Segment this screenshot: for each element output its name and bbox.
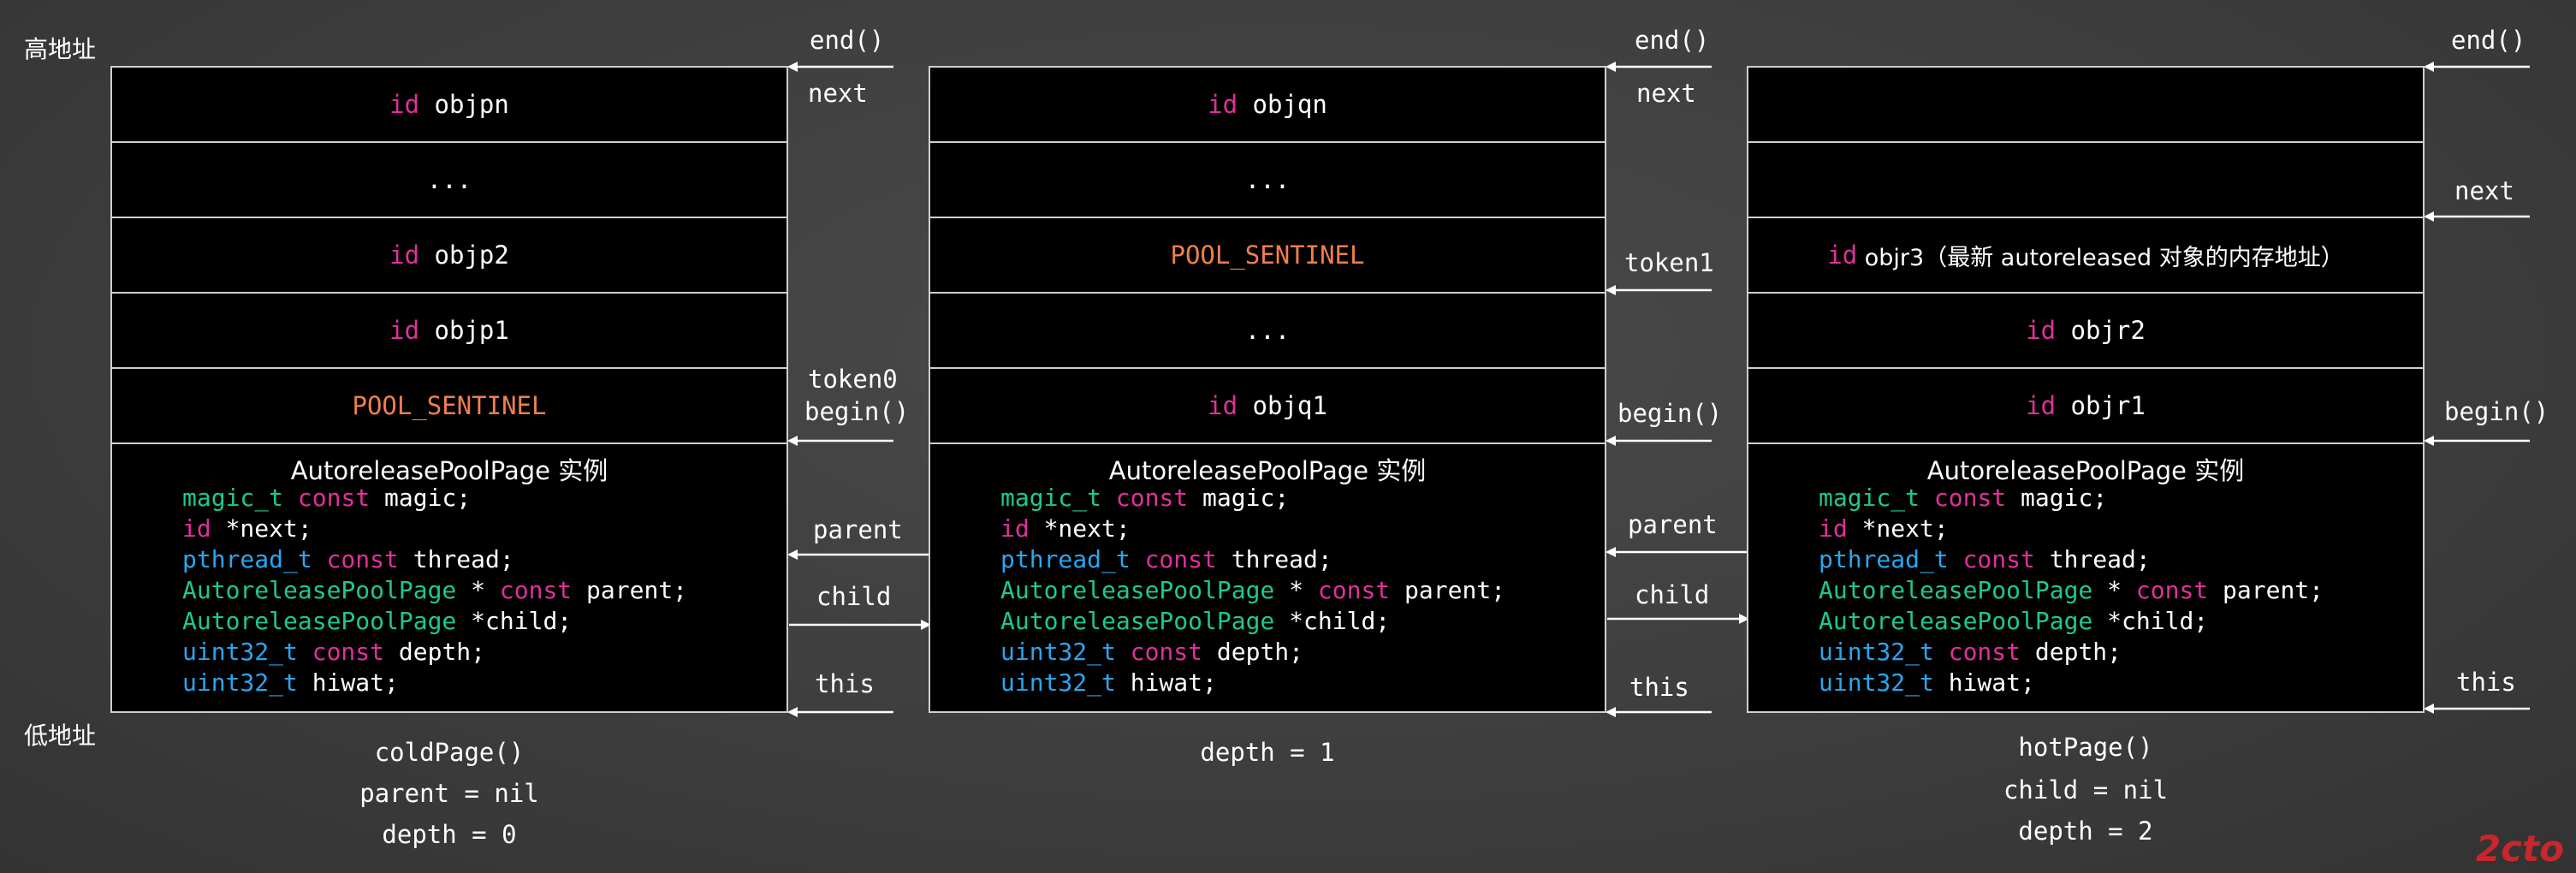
field-magic: magic_t const magic; [1000, 484, 1290, 512]
struct-title: AutoreleasePoolPage 实例 [290, 456, 608, 485]
label-begin-p2: begin() [1617, 399, 1723, 428]
label-next-p1: next [808, 79, 868, 108]
field-parent: AutoreleasePoolPage * const parent; [182, 576, 688, 604]
slot: ... [930, 294, 1605, 369]
autorelease-page-1: id objpn ... id objp2 id objp1 POOL_SENT… [110, 66, 788, 713]
slot-empty [1748, 143, 2423, 218]
page-struct: AutoreleasePoolPage 实例 magic_t const mag… [112, 444, 786, 711]
watermark-logo: 2cto [2475, 828, 2564, 870]
caption-page2-line1: depth = 1 [1200, 738, 1335, 767]
label-end-p2: end() [1635, 26, 1710, 55]
caption-page3-line1: hotPage() [2018, 733, 2153, 762]
label-parent-p3: parent [1628, 510, 1718, 539]
caption-page3-line3: depth = 2 [2018, 817, 2153, 846]
caption-page1-line3: depth = 0 [382, 820, 517, 849]
slot: id objq1 [930, 369, 1605, 444]
struct-title: AutoreleasePoolPage 实例 [1926, 456, 2245, 485]
field-thread: pthread_t const thread; [1819, 545, 2151, 573]
label-next-p3: next [2454, 176, 2514, 205]
field-thread: pthread_t const thread; [1000, 545, 1333, 573]
field-hiwat: uint32_t hiwat; [182, 668, 399, 697]
slot: id objp2 [112, 218, 786, 294]
field-parent: AutoreleasePoolPage * const parent; [1819, 576, 2324, 604]
field-hiwat: uint32_t hiwat; [1819, 668, 2035, 697]
field-magic: magic_t const magic; [1819, 484, 2108, 512]
label-end-p3: end() [2451, 26, 2526, 55]
autorelease-page-3: id objr3（最新 autoreleased 对象的内存地址） id obj… [1747, 66, 2425, 713]
page-struct: AutoreleasePoolPage 实例 magic_t const mag… [1748, 444, 2423, 711]
label-token0: token0 [808, 365, 898, 394]
slot-sentinel: POOL_SENTINEL [930, 218, 1605, 294]
label-next-p2: next [1636, 79, 1696, 108]
slot: id objr3（最新 autoreleased 对象的内存地址） [1748, 218, 2423, 294]
slot: id objpn [112, 68, 786, 143]
slot: ... [930, 143, 1605, 218]
label-token1: token1 [1624, 248, 1714, 277]
slot-empty [1748, 68, 2423, 143]
label-begin-p3: begin() [2444, 397, 2549, 426]
field-thread: pthread_t const thread; [182, 545, 514, 573]
label-child-p1: child [816, 582, 892, 611]
slot: id objqn [930, 68, 1605, 143]
label-parent-p2: parent [813, 515, 903, 544]
field-depth: uint32_t const depth; [1819, 638, 2122, 666]
struct-title: AutoreleasePoolPage 实例 [1108, 456, 1427, 485]
label-this-p3: this [2456, 668, 2516, 697]
label-end-p1: end() [810, 26, 885, 55]
field-next: id *next; [1819, 514, 1949, 543]
caption-page3-line2: child = nil [2003, 775, 2169, 805]
caption-page1-line1: coldPage() [374, 738, 525, 767]
field-depth: uint32_t const depth; [182, 638, 486, 666]
label-this-p1: this [815, 669, 875, 698]
slot-sentinel: POOL_SENTINEL [112, 369, 786, 444]
slot: ... [112, 143, 786, 218]
label-this-p2: this [1629, 673, 1689, 702]
field-child: AutoreleasePoolPage *child; [1819, 607, 2209, 635]
field-next: id *next; [1000, 514, 1131, 543]
field-child: AutoreleasePoolPage *child; [182, 607, 573, 635]
slot: id objp1 [112, 294, 786, 369]
slot: id objr2 [1748, 294, 2423, 369]
page-struct: AutoreleasePoolPage 实例 magic_t const mag… [930, 444, 1605, 711]
field-depth: uint32_t const depth; [1000, 638, 1304, 666]
field-magic: magic_t const magic; [182, 484, 472, 512]
label-begin-p1: begin() [804, 397, 910, 426]
field-child: AutoreleasePoolPage *child; [1000, 607, 1391, 635]
field-hiwat: uint32_t hiwat; [1000, 668, 1217, 697]
autorelease-page-2: id objqn ... POOL_SENTINEL ... id objq1 … [929, 66, 1606, 713]
slot: id objr1 [1748, 369, 2423, 444]
field-next: id *next; [182, 514, 312, 543]
field-parent: AutoreleasePoolPage * const parent; [1000, 576, 1506, 604]
caption-page1-line2: parent = nil [359, 779, 539, 808]
label-child-p2: child [1635, 580, 1710, 609]
